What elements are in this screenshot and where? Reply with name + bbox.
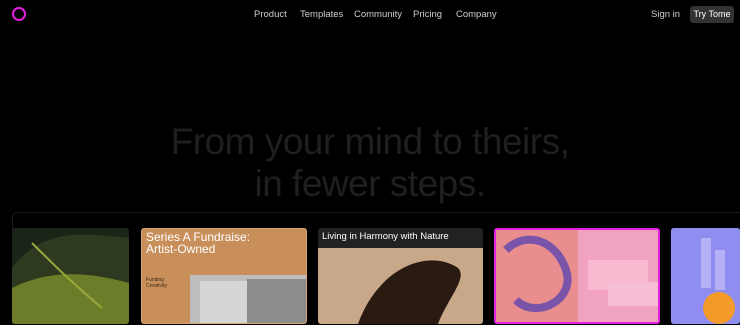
hero-line-1: From your mind to theirs, — [170, 121, 570, 162]
showcase-card-4[interactable] — [494, 228, 660, 324]
hero-headline: From your mind to theirs, in fewer steps… — [0, 121, 740, 205]
card-2-image — [190, 275, 306, 323]
card-4-image — [496, 230, 658, 322]
nav-product[interactable]: Product — [254, 9, 287, 20]
showcase-card-2[interactable]: Series A Fundraise: Artist-Owned Funding… — [141, 228, 307, 324]
card-3-image — [318, 248, 483, 324]
nav-company[interactable]: Company — [456, 9, 497, 20]
card-5-image — [671, 228, 740, 324]
sign-in-link[interactable]: Sign in — [651, 9, 680, 20]
top-nav: Product Templates Community Pricing Comp… — [0, 0, 740, 30]
nav-community[interactable]: Community — [354, 9, 402, 20]
card-1-image — [12, 228, 129, 324]
showcase-card-1[interactable] — [12, 228, 129, 324]
hero-line-2: in fewer steps. — [254, 163, 486, 204]
logo-icon[interactable] — [11, 6, 27, 22]
showcase-card-3[interactable]: Living in Harmony with Nature — [318, 228, 483, 324]
try-tome-button[interactable]: Try Tome — [690, 6, 734, 23]
nav-templates[interactable]: Templates — [300, 9, 343, 20]
showcase-card-5[interactable] — [671, 228, 740, 324]
nav-pricing[interactable]: Pricing — [413, 9, 442, 20]
